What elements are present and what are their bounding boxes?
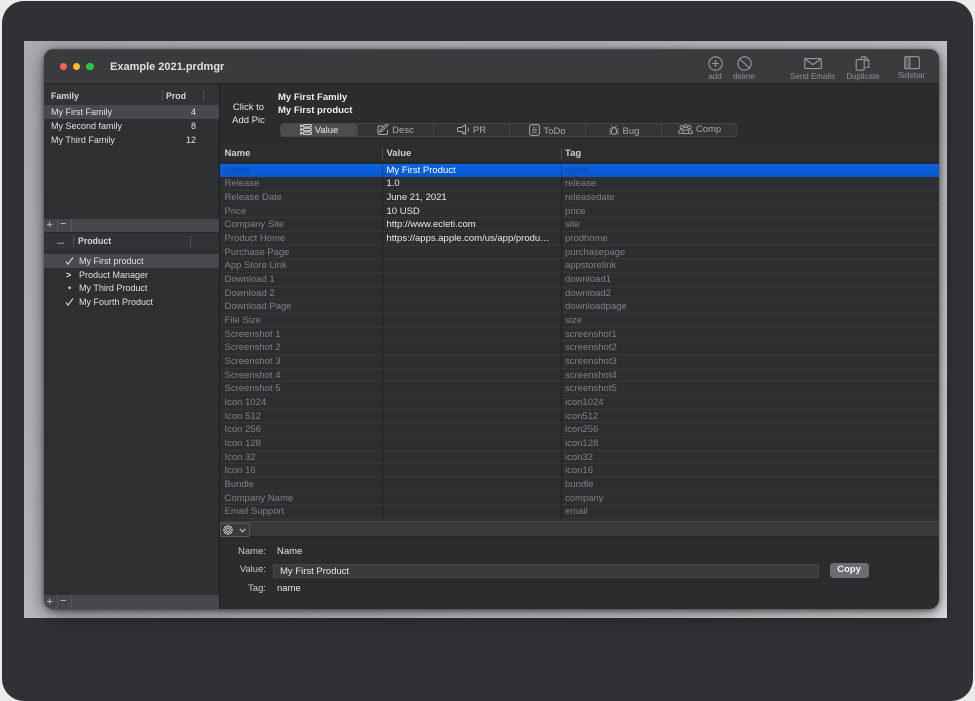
svg-text:10: 10 — [533, 125, 537, 129]
